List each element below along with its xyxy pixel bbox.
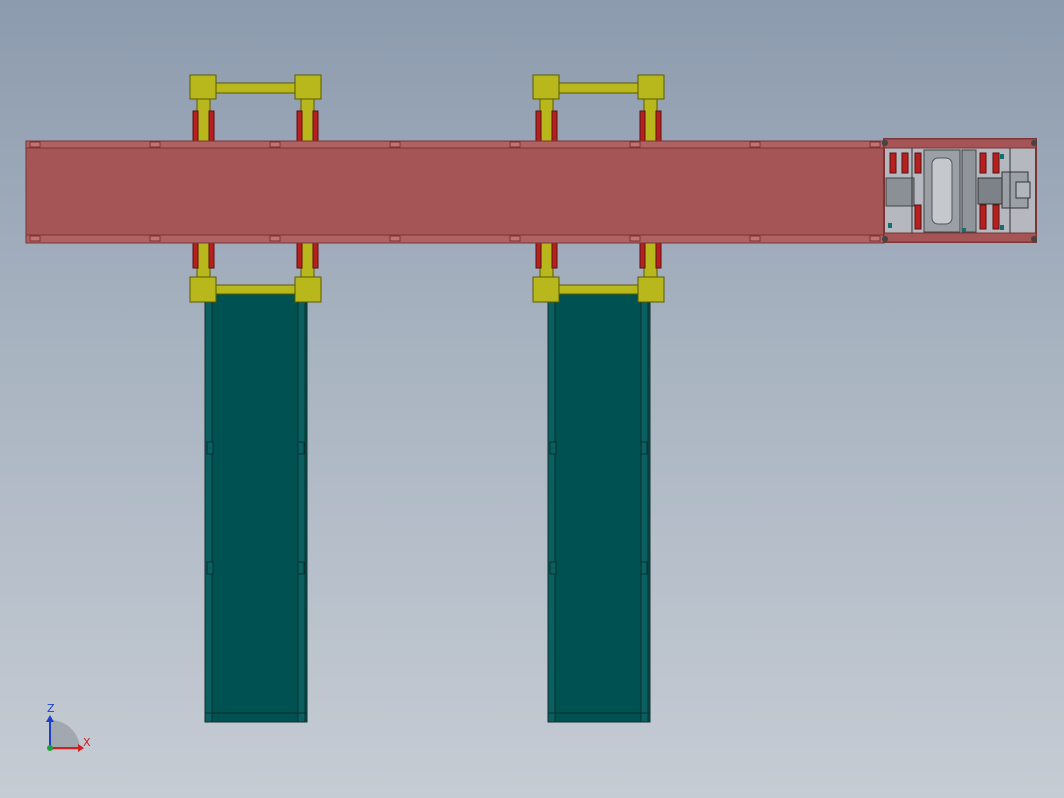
lift-corner-block (189, 74, 217, 100)
lift-cylinder (639, 241, 646, 269)
lift-cylinder (192, 241, 199, 269)
lift-crossbar (215, 82, 297, 94)
cross-conveyor-2-bracket (549, 561, 557, 575)
lift-crossbar (558, 82, 640, 94)
lift-post (196, 241, 211, 279)
cross-conveyor-2-belt (547, 289, 651, 723)
cross-conveyor-2-rail-left (547, 289, 556, 723)
drive-unit-rail-top (883, 138, 1037, 149)
lift-corner-block (294, 74, 322, 100)
axis-triad[interactable]: Z X (46, 702, 91, 752)
lift-cylinder (312, 241, 319, 269)
cross-conveyor-2[interactable] (547, 289, 651, 723)
cross-conveyor-2-bracket (549, 441, 557, 455)
cross-conveyor-2-bracket (640, 441, 648, 455)
cross-conveyor-1-belt (204, 289, 308, 723)
drive-unit-cover (977, 177, 1003, 205)
drive-unit-bolt (882, 140, 888, 146)
triad-shade (50, 720, 80, 750)
lift-crossbar (215, 284, 297, 295)
lift-cylinder (535, 241, 542, 269)
triad-x-label: X (83, 736, 91, 749)
drive-unit-bolt (882, 236, 888, 242)
cross-conveyor-1-bracket (297, 561, 305, 575)
drive-unit[interactable] (882, 138, 1037, 243)
triad-z-label: Z (47, 702, 55, 715)
cross-conveyor-1-bracket (206, 441, 214, 455)
lift-corner-block (637, 74, 665, 100)
lift-post (300, 241, 315, 279)
lift-post (539, 98, 554, 148)
main-conveyor[interactable] (25, 140, 885, 244)
lift-corner-block (532, 276, 560, 303)
triad-y-origin (47, 745, 53, 751)
cross-conveyor-1-rail-right (297, 289, 306, 723)
lift-cylinder (208, 241, 215, 269)
cross-conveyor-1[interactable] (204, 289, 308, 723)
cad-viewport[interactable]: Z X (0, 0, 1064, 798)
lift-corner-block (637, 276, 665, 303)
lift-corner-block (532, 74, 560, 100)
lift-post (643, 241, 658, 279)
lift-cylinder (551, 241, 558, 269)
lift-post (539, 241, 554, 279)
cross-conveyor-1-bracket (206, 561, 214, 575)
lift-post (300, 98, 315, 148)
drive-unit-slot (931, 157, 953, 225)
cross-conveyor-1-rail-left (204, 289, 213, 723)
lift-cylinder (655, 241, 662, 269)
lift-cylinder (296, 241, 303, 269)
drive-unit-bolt (1031, 236, 1037, 242)
drive-unit-plate (885, 177, 915, 207)
cross-conveyor-2-bracket (640, 561, 648, 575)
cross-conveyor-2-rail-right (640, 289, 649, 723)
lift-corner-block (294, 276, 322, 303)
lift-crossbar (558, 284, 640, 295)
drive-unit-rail-bottom (883, 232, 1037, 243)
lift-post (643, 98, 658, 148)
triad-z-arrow (46, 715, 54, 722)
lift-post (196, 98, 211, 148)
drive-unit-plate (961, 149, 977, 233)
drive-unit-bolt (1031, 140, 1037, 146)
drive-unit-motor-shaft (1015, 181, 1031, 199)
lift-corner-block (189, 276, 217, 303)
cross-conveyor-1-bracket (297, 441, 305, 455)
main-conveyor-belt (25, 140, 885, 244)
